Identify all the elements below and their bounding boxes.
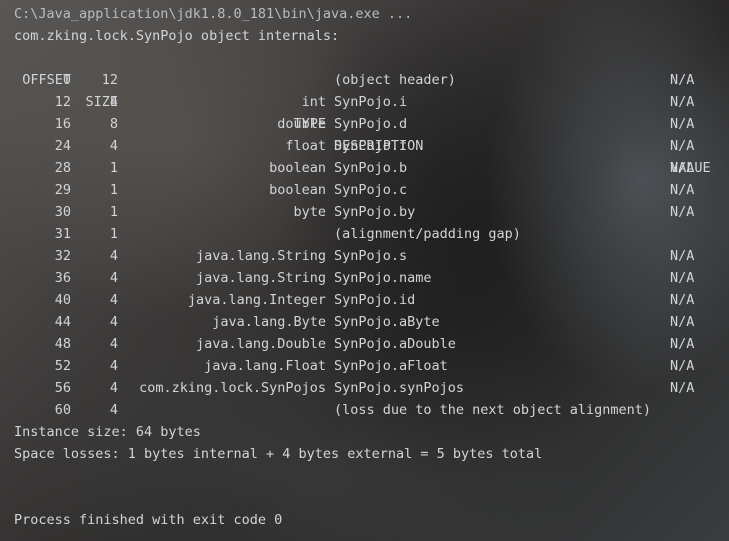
table-row: 28 1 boolean SynPojo.b N/A (0, 157, 729, 179)
description-cell: SynPojo.c (334, 182, 408, 198)
table-row: 31 1 (alignment/padding gap) (0, 223, 729, 245)
value-cell: N/A (670, 182, 695, 198)
size-cell: 4 (109, 138, 118, 154)
value-cell: N/A (670, 204, 695, 220)
description-cell: SynPojo.id (334, 292, 416, 308)
value-cell: N/A (670, 336, 695, 352)
table-row: 56 4 com.zking.lock.SynPojos SynPojo.synPoj… (0, 377, 729, 399)
table-row: 40 4 java.lang.Integer SynPojo.id N/A (0, 289, 729, 311)
value-cell: N/A (670, 94, 695, 110)
description-cell: SynPojo.aFloat (334, 358, 448, 374)
description-cell: SynPojo.aDouble (334, 336, 456, 352)
type-cell: java.lang.String (195, 270, 326, 286)
value-cell: N/A (670, 248, 695, 264)
value-cell: N/A (670, 138, 695, 154)
size-cell: 4 (109, 336, 118, 352)
description-cell: SynPojo.name (334, 270, 432, 286)
table-row: 16 8 double SynPojo.d N/A (0, 113, 729, 135)
layout-table-header: OFFSET SIZE TYPE DESCRIPTION VALUE (0, 47, 729, 176)
size-cell: 4 (109, 270, 118, 286)
size-cell: 1 (109, 204, 118, 220)
offset-cell: 32 (54, 248, 71, 264)
size-cell: 1 (109, 160, 118, 176)
type-cell: java.lang.Float (204, 358, 326, 374)
type-cell: java.lang.Byte (212, 314, 326, 330)
offset-cell: 48 (54, 336, 71, 352)
table-row: 29 1 boolean SynPojo.c N/A (0, 179, 729, 201)
description-cell: SynPojo.d (334, 116, 408, 132)
size-cell: 4 (109, 314, 118, 330)
table-row: 44 4 java.lang.Byte SynPojo.aByte N/A (0, 311, 729, 333)
run-console-output: C:\Java_application\jdk1.8.0_181\bin\jav… (0, 0, 729, 541)
description-cell: SynPojo.i (334, 94, 408, 110)
type-cell: float (285, 138, 326, 154)
table-row: 0 12 (object header) N/A (0, 69, 729, 91)
size-cell: 8 (109, 116, 118, 132)
type-cell: boolean (269, 182, 326, 198)
offset-cell: 36 (54, 270, 71, 286)
offset-cell: 60 (54, 402, 71, 418)
size-cell: 1 (109, 182, 118, 198)
value-cell: N/A (670, 116, 695, 132)
size-cell: 4 (109, 358, 118, 374)
offset-cell: 30 (54, 204, 71, 220)
description-cell: (alignment/padding gap) (334, 226, 521, 242)
size-cell: 4 (109, 94, 118, 110)
table-row: 36 4 java.lang.String SynPojo.name N/A (0, 267, 729, 289)
size-cell: 4 (109, 380, 118, 396)
object-internals-title: com.zking.lock.SynPojo object internals: (14, 28, 340, 44)
value-cell: N/A (670, 380, 695, 396)
offset-cell: 16 (54, 116, 71, 132)
table-row: 24 4 float SynPojo.f N/A (0, 135, 729, 157)
offset-cell: 56 (54, 380, 71, 396)
description-cell: SynPojo.by (334, 204, 416, 220)
type-cell: java.lang.Double (195, 336, 326, 352)
type-cell: int (301, 94, 326, 110)
value-cell: N/A (670, 72, 695, 88)
size-cell: 4 (109, 248, 118, 264)
instance-size-line: Instance size: 64 bytes (14, 424, 201, 440)
command-line: C:\Java_application\jdk1.8.0_181\bin\jav… (14, 6, 413, 22)
offset-cell: 28 (54, 160, 71, 176)
description-cell: SynPojo.s (334, 248, 408, 264)
value-cell: N/A (670, 358, 695, 374)
table-row: 48 4 java.lang.Double SynPojo.aDouble N/A (0, 333, 729, 355)
table-row: 12 4 int SynPojo.i N/A (0, 91, 729, 113)
offset-cell: 44 (54, 314, 71, 330)
offset-cell: 29 (54, 182, 71, 198)
value-cell: N/A (670, 292, 695, 308)
type-cell: java.lang.String (195, 248, 326, 264)
type-cell: com.zking.lock.SynPojos (139, 380, 326, 396)
size-cell: 12 (101, 72, 118, 88)
offset-cell: 52 (54, 358, 71, 374)
space-losses-line: Space losses: 1 bytes internal + 4 bytes… (14, 446, 543, 462)
value-cell: N/A (670, 314, 695, 330)
type-cell: byte (293, 204, 326, 220)
offset-cell: 40 (54, 292, 71, 308)
table-row: 52 4 java.lang.Float SynPojo.aFloat N/A (0, 355, 729, 377)
description-cell: (object header) (334, 72, 456, 88)
type-cell: boolean (269, 160, 326, 176)
description-cell: SynPojo.b (334, 160, 408, 176)
offset-cell: 12 (54, 94, 71, 110)
exit-message-line: Process finished with exit code 0 (14, 512, 283, 528)
offset-cell: 31 (54, 226, 71, 242)
description-cell: SynPojo.aByte (334, 314, 440, 330)
value-cell: N/A (670, 160, 695, 176)
table-row: 60 4 (loss due to the next object alignmen… (0, 399, 729, 421)
value-cell: N/A (670, 270, 695, 286)
table-row: 30 1 byte SynPojo.by N/A (0, 201, 729, 223)
description-cell: (loss due to the next object alignment) (334, 402, 651, 418)
size-cell: 4 (109, 292, 118, 308)
type-cell: double (277, 116, 326, 132)
offset-cell: 0 (62, 72, 71, 88)
size-cell: 1 (109, 226, 118, 242)
description-cell: SynPojo.f (334, 138, 408, 154)
size-cell: 4 (109, 402, 118, 418)
type-cell: java.lang.Integer (187, 292, 326, 308)
description-cell: SynPojo.synPojos (334, 380, 465, 396)
offset-cell: 24 (54, 138, 71, 154)
table-row: 32 4 java.lang.String SynPojo.s N/A (0, 245, 729, 267)
